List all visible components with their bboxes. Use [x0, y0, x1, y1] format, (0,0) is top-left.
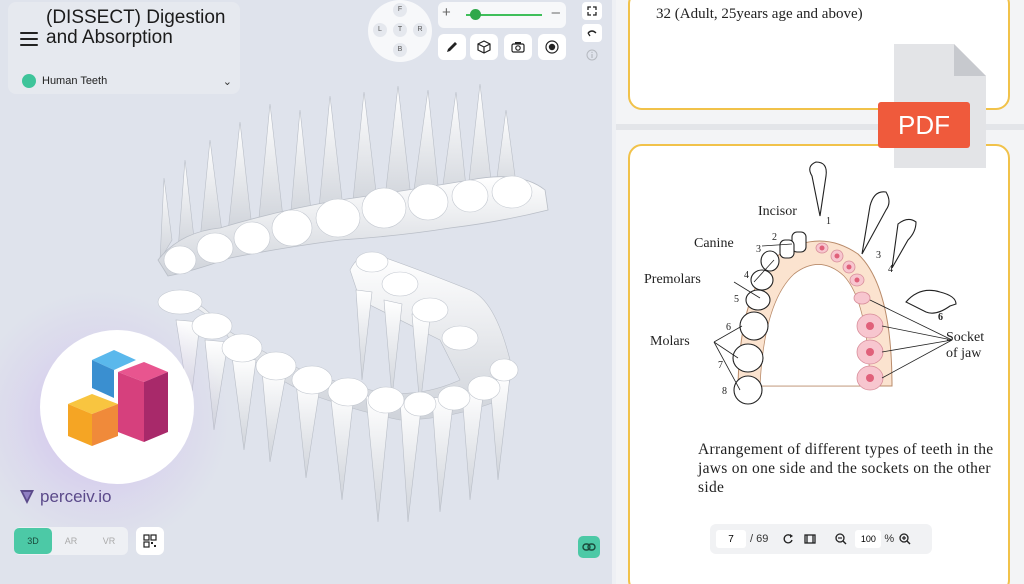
- brand-text: perceiv.io: [40, 487, 112, 506]
- model-name: Human Teeth: [42, 75, 108, 87]
- view-front-button[interactable]: F: [393, 3, 407, 17]
- screenshot-button[interactable]: [504, 34, 532, 60]
- lesson-title: (DISSECT) Digestion and Absorption: [46, 7, 226, 48]
- pdf-toolbar: / 69 %: [710, 524, 932, 554]
- zoom-percent-input[interactable]: [855, 530, 882, 548]
- view-top-button[interactable]: T: [393, 23, 407, 37]
- mode-vr-button[interactable]: VR: [90, 528, 128, 554]
- app-logo: [40, 330, 194, 484]
- zoom-out-page-button[interactable]: [835, 533, 847, 545]
- fullscreen-icon: [587, 6, 597, 16]
- tooth-number: 1: [826, 216, 831, 227]
- tooth-number: 3: [756, 244, 761, 255]
- rotate-view-button[interactable]: [582, 24, 602, 42]
- teeth-arrangement-diagram: [713, 161, 957, 405]
- label-incisor: Incisor: [758, 204, 797, 219]
- tooth-number: 4: [888, 264, 893, 275]
- page-number-input[interactable]: [716, 530, 746, 548]
- cube-icon: [477, 40, 491, 54]
- lesson-header: (DISSECT) Digestion and Absorption Human…: [8, 2, 240, 94]
- zoom-slider-knob[interactable]: [470, 9, 481, 20]
- rotate-icon: [587, 30, 597, 37]
- page-total: / 69: [750, 533, 769, 545]
- fullscreen-button[interactable]: [582, 2, 602, 20]
- pdf-badge-label: PDF: [898, 110, 950, 140]
- rotate-page-button[interactable]: [782, 533, 794, 545]
- info-button[interactable]: [582, 46, 602, 64]
- label-premolars: Premolars: [644, 272, 701, 287]
- model-selector[interactable]: Human Teeth ⌄: [22, 72, 232, 90]
- pdf-file-icon: [878, 44, 986, 168]
- zoom-slider-panel: + –: [438, 2, 566, 28]
- label-canine: Canine: [694, 236, 734, 251]
- pdf-viewer[interactable]: 32 (Adult, 25years age and above) Inciso…: [616, 0, 1024, 584]
- camera-icon: [511, 42, 525, 53]
- label-socket-line1: Socket: [946, 330, 985, 345]
- view-right-button[interactable]: R: [413, 23, 427, 37]
- tooth-number: 2: [772, 232, 777, 243]
- draw-tool-button[interactable]: [438, 34, 466, 60]
- view-compass: F L T R B: [368, 0, 432, 62]
- qr-code-button[interactable]: [136, 527, 164, 555]
- share-link-button[interactable]: [578, 536, 600, 558]
- label-molars: Molars: [650, 334, 690, 349]
- view-mode-switch: 3D AR VR: [14, 527, 128, 555]
- qr-code-icon: [143, 534, 157, 548]
- cubes-logo-icon: [68, 350, 168, 446]
- tooth-number: 6: [726, 322, 731, 333]
- record-button[interactable]: [538, 34, 566, 60]
- link-icon: [582, 543, 596, 551]
- rotate-page-icon: [783, 534, 794, 544]
- view-left-button[interactable]: L: [373, 23, 387, 37]
- zoom-in-page-button[interactable]: [899, 533, 911, 545]
- tooth-number: 4: [744, 270, 749, 281]
- brand-name: perceiv.io: [18, 487, 112, 507]
- fit-page-icon: [804, 534, 817, 544]
- zoom-in-icon: [899, 533, 911, 545]
- tooth-number: 6: [938, 312, 943, 323]
- pdf-page-card: Incisor Canine Premolars Molars Socket o…: [628, 144, 1010, 584]
- viewer-3d[interactable]: (DISSECT) Digestion and Absorption Human…: [0, 0, 612, 584]
- model-color-dot: [22, 74, 36, 88]
- pdf-text-line: 32 (Adult, 25years age and above): [656, 6, 863, 22]
- pencil-icon: [447, 42, 457, 52]
- chevron-down-icon[interactable]: ⌄: [223, 75, 232, 88]
- record-icon: [545, 40, 559, 54]
- info-icon: [586, 49, 598, 61]
- tooth-number: 7: [718, 360, 723, 371]
- tooth-number: 3: [876, 250, 881, 261]
- zoom-out-button[interactable]: –: [552, 4, 560, 21]
- hamburger-menu-icon[interactable]: [20, 32, 38, 46]
- mode-ar-button[interactable]: AR: [52, 528, 90, 554]
- mode-3d-button[interactable]: 3D: [14, 528, 52, 554]
- zoom-percent-sign: %: [884, 533, 895, 545]
- zoom-in-button[interactable]: +: [442, 4, 451, 21]
- fit-page-button[interactable]: [804, 533, 817, 545]
- perceiv-logo-icon: [20, 490, 34, 504]
- label-socket-line2: of jaw: [946, 346, 982, 361]
- model-view-button[interactable]: [470, 34, 498, 60]
- tooth-number: 5: [734, 294, 739, 305]
- figure-caption: Arrangement of different types of teeth …: [698, 441, 994, 496]
- zoom-out-icon: [835, 533, 847, 545]
- view-back-button[interactable]: B: [393, 43, 407, 57]
- tooth-number: 8: [722, 386, 727, 397]
